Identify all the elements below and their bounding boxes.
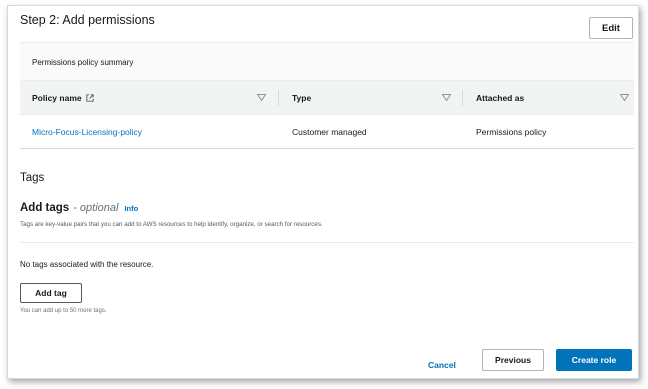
summary-header: Permissions policy summary	[20, 43, 634, 81]
external-link-icon[interactable]	[85, 94, 94, 102]
sort-policy-name-icon[interactable]	[257, 94, 266, 101]
summary-title: Permissions policy summary	[32, 58, 134, 67]
info-link[interactable]: Info	[124, 204, 138, 213]
column-label-policy-name: Policy name	[32, 93, 82, 103]
column-label-type: Type	[292, 93, 312, 103]
add-tag-hint: You can add up to 50 more tags.	[20, 308, 107, 314]
policy-attached-as: Permissions policy	[476, 127, 547, 137]
column-divider	[278, 90, 279, 106]
table-row: Micro-Focus-Licensing-policy Customer ma…	[20, 115, 634, 149]
sort-type-icon[interactable]	[442, 94, 451, 101]
permissions-policy-summary: Permissions policy summary Policy name T…	[20, 42, 634, 149]
add-tags-label: Add tags	[20, 202, 70, 214]
policy-name-link[interactable]: Micro-Focus-Licensing-policy	[32, 127, 142, 137]
table-header: Policy name Type Attached as	[20, 81, 634, 115]
cancel-button[interactable]: Cancel	[428, 360, 456, 370]
create-role-button[interactable]: Create role	[556, 349, 632, 371]
column-label-attached-as: Attached as	[476, 93, 525, 103]
add-tags-title: Add tags - optional Info	[20, 202, 138, 214]
column-divider	[462, 90, 463, 106]
column-header-type[interactable]: Type	[292, 93, 311, 103]
step-title: Step 2: Add permissions	[20, 13, 155, 27]
add-tag-button[interactable]: Add tag	[20, 283, 82, 303]
review-panel: Step 2: Add permissions Edit Permissions…	[7, 5, 639, 379]
policy-type: Customer managed	[292, 127, 367, 137]
divider	[20, 242, 634, 243]
optional-label: - optional	[73, 202, 119, 214]
sort-attached-as-icon[interactable]	[620, 94, 629, 101]
no-tags-message: No tags associated with the resource.	[20, 260, 154, 269]
tags-heading: Tags	[20, 172, 45, 184]
column-header-policy-name[interactable]: Policy name	[32, 93, 94, 103]
previous-button[interactable]: Previous	[482, 349, 544, 371]
column-header-attached-as[interactable]: Attached as	[476, 93, 524, 103]
edit-button[interactable]: Edit	[589, 17, 633, 39]
add-tags-description: Tags are key-value pairs that you can ad…	[20, 221, 323, 228]
